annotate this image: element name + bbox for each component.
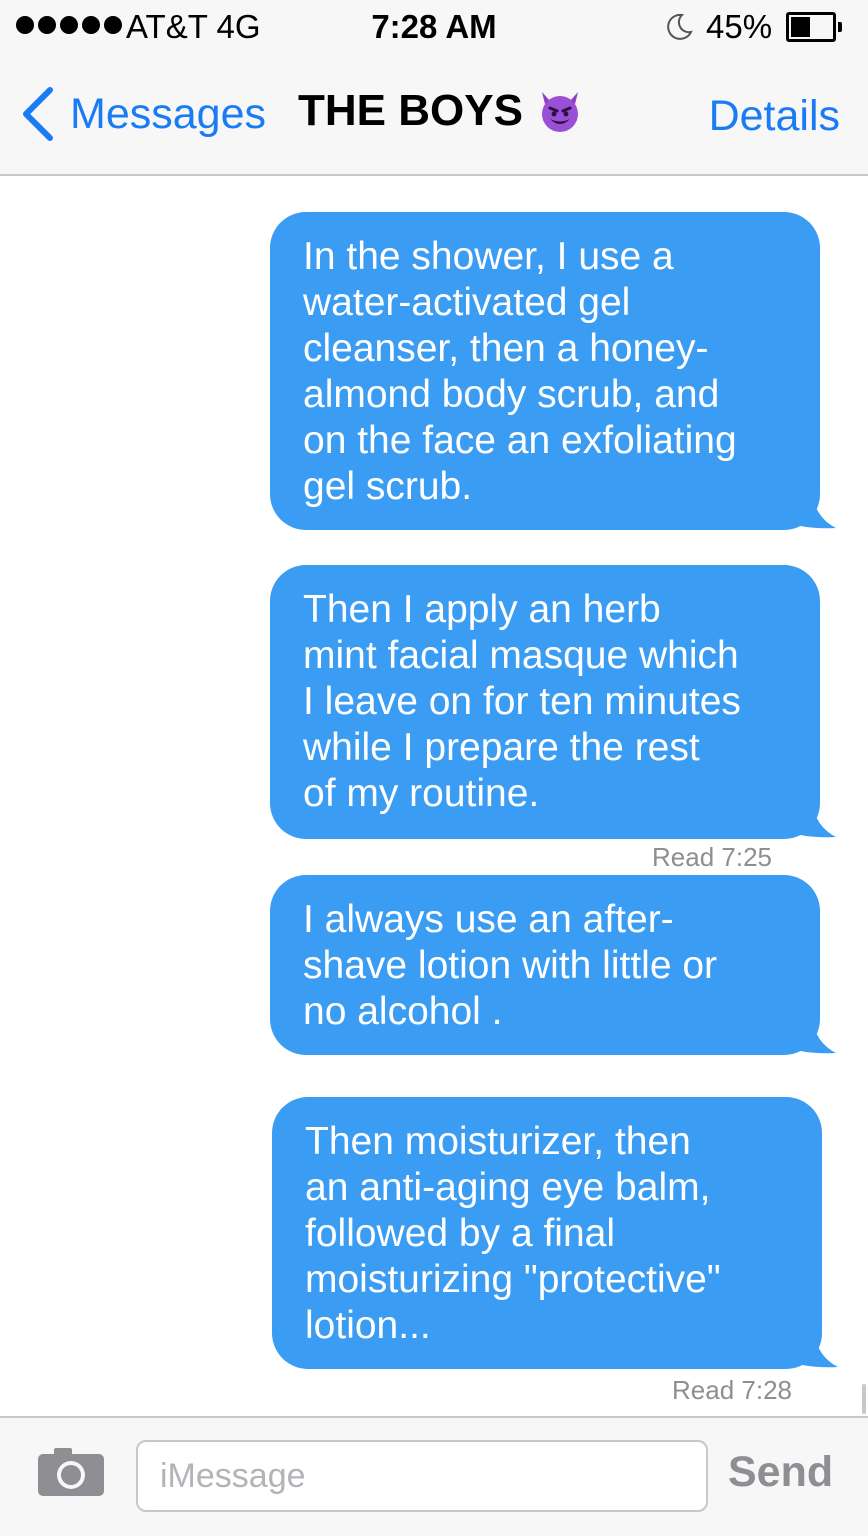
moon-icon	[667, 13, 693, 40]
camera-icon[interactable]	[36, 1446, 106, 1498]
message-bubble[interactable]: Then moisturizer, then an anti-aging eye…	[272, 1097, 822, 1369]
message-bubble[interactable]: Then I apply an herb mint facial masque …	[270, 565, 820, 839]
send-button[interactable]: Send	[728, 1448, 833, 1497]
conversation-title-text: THE BOYS	[298, 86, 523, 135]
scrollbar[interactable]	[862, 1384, 866, 1414]
message-bubble[interactable]: In the shower, I use a water-activated g…	[270, 212, 820, 530]
back-button-label: Messages	[70, 89, 266, 138]
bubble-tail	[774, 1333, 838, 1368]
battery-percent: 45%	[706, 8, 773, 45]
status-bar: AT&T 4G 7:28 AM 45%	[0, 0, 868, 56]
read-receipt: Read 7:28	[672, 1375, 792, 1405]
message-input-bar: Send	[0, 1416, 868, 1536]
conversation-title: THE BOYS	[298, 86, 583, 136]
read-receipt: Read 7:25	[652, 842, 772, 872]
message-text: I always use an after- shave lotion with…	[303, 898, 718, 1033]
battery-icon	[786, 12, 842, 42]
navigation-bar: Messages THE BOYS Details	[0, 56, 868, 176]
bubble-tail	[772, 494, 836, 529]
message-text: Then moisturizer, then an anti-aging eye…	[305, 1120, 721, 1347]
message-text: Then I apply an herb mint facial masque …	[303, 588, 741, 815]
message-text: In the shower, I use a water-activated g…	[303, 235, 737, 508]
back-button[interactable]: Messages	[18, 84, 266, 144]
smiling-devil-icon	[541, 92, 578, 132]
details-button[interactable]: Details	[709, 92, 840, 141]
bubble-tail	[772, 803, 836, 838]
imessage-input[interactable]	[136, 1440, 708, 1512]
bubble-tail	[772, 1019, 836, 1054]
chevron-left-icon	[23, 87, 53, 141]
message-bubble[interactable]: I always use an after- shave lotion with…	[270, 875, 820, 1055]
